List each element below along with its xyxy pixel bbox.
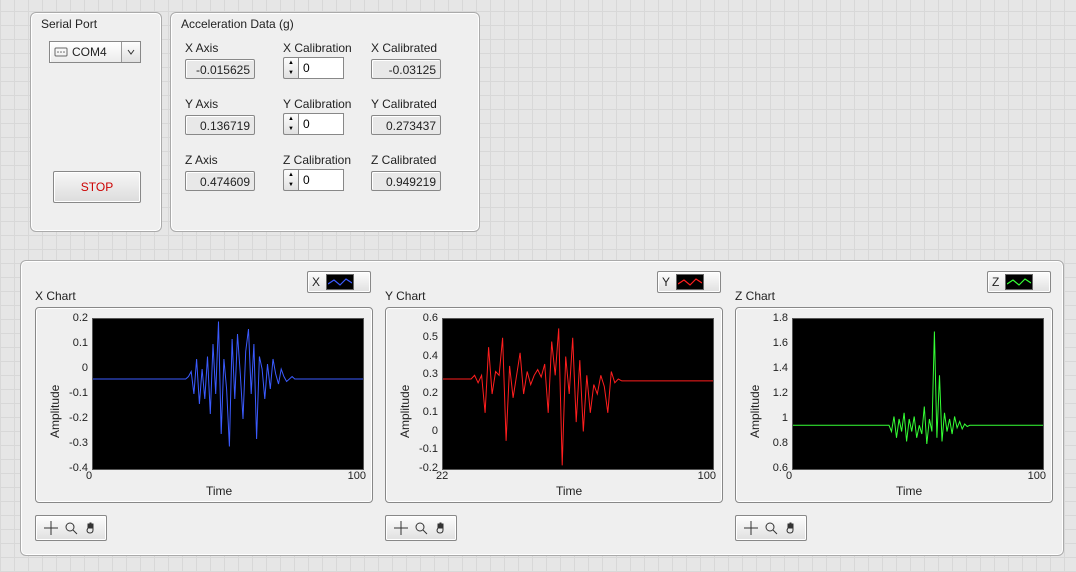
z-chart-xtick-min: 0 — [786, 470, 806, 482]
y-tick: 0 — [406, 425, 438, 437]
zoom-icon[interactable] — [64, 521, 78, 535]
spin-down-icon[interactable]: ▼ — [284, 68, 298, 78]
serial-port-select[interactable]: COM4 — [49, 41, 141, 63]
y-axis-value: 0.136719 — [185, 115, 255, 135]
y-calibration-spinner[interactable]: ▲▼ — [283, 113, 344, 135]
x-chart-plot[interactable] — [92, 318, 364, 470]
y-tick: 1.4 — [756, 362, 788, 374]
serial-port-group-title: Serial Port — [41, 17, 97, 31]
y-chart-xlabel: Time — [556, 484, 582, 498]
crosshair-icon[interactable] — [394, 521, 408, 535]
chevron-down-icon[interactable] — [121, 42, 140, 62]
x-chart-title: X Chart — [35, 289, 76, 303]
crosshair-icon[interactable] — [44, 521, 58, 535]
z-calibration-spinner[interactable]: ▲▼ — [283, 169, 344, 191]
z-legend-label: Z — [992, 275, 999, 289]
x-legend-label: X — [312, 275, 320, 289]
hand-icon[interactable] — [784, 521, 798, 535]
x-chart-xlabel: Time — [206, 484, 232, 498]
y-tick: -0.2 — [56, 412, 88, 424]
y-tick: 1 — [756, 412, 788, 424]
z-chart-xtick-max: 100 — [1016, 470, 1046, 482]
spin-down-icon[interactable]: ▼ — [284, 180, 298, 190]
y-tick: 1.8 — [756, 312, 788, 324]
zoom-icon[interactable] — [414, 521, 428, 535]
x-chart-toolbar[interactable] — [35, 515, 107, 541]
crosshair-icon[interactable] — [744, 521, 758, 535]
z-calibration-input[interactable] — [298, 169, 344, 191]
y-tick: 0.6 — [406, 312, 438, 324]
stop-button[interactable]: STOP — [53, 171, 141, 203]
z-axis-label: Z Axis — [185, 153, 218, 167]
y-chart-xtick-min: 22 — [436, 470, 456, 482]
x-axis-value: -0.015625 — [185, 59, 255, 79]
y-tick: 1.2 — [756, 387, 788, 399]
y-calibrated-value: 0.273437 — [371, 115, 441, 135]
y-legend[interactable]: Y — [657, 271, 721, 293]
y-tick: 0.5 — [406, 331, 438, 343]
y-tick: 0.6 — [756, 462, 788, 474]
y-legend-swatch — [676, 274, 704, 290]
serial-port-icon — [54, 45, 68, 59]
y-tick: 0.1 — [406, 406, 438, 418]
hand-icon[interactable] — [84, 521, 98, 535]
x-chart-xtick-min: 0 — [86, 470, 106, 482]
hand-icon[interactable] — [434, 521, 448, 535]
serial-port-panel: Serial Port COM4 STOP — [30, 12, 162, 232]
zoom-icon[interactable] — [764, 521, 778, 535]
y-chart-box: Amplitude 0.60.50.40.30.20.10-0.1-0.2 22… — [385, 307, 723, 503]
y-tick: 0.4 — [406, 350, 438, 362]
z-legend[interactable]: Z — [987, 271, 1051, 293]
x-chart-xtick-max: 100 — [336, 470, 366, 482]
y-chart-plot[interactable] — [442, 318, 714, 470]
spin-up-icon[interactable]: ▲ — [284, 58, 298, 68]
y-tick: 0.2 — [406, 387, 438, 399]
x-cal-label: X Calibration — [283, 41, 352, 55]
z-chart-toolbar[interactable] — [735, 515, 807, 541]
z-calibrated-value: 0.949219 — [371, 171, 441, 191]
y-axis-label: Y Axis — [185, 97, 218, 111]
z-cal-label: Z Calibration — [283, 153, 351, 167]
y-chart-toolbar[interactable] — [385, 515, 457, 541]
serial-port-value: COM4 — [72, 45, 107, 59]
y-tick: -0.1 — [406, 443, 438, 455]
charts-panel: X X Chart Amplitude 0.20.10-0.1-0.2-0.3-… — [20, 260, 1064, 556]
x-chart-box: Amplitude 0.20.10-0.1-0.2-0.3-0.4 0 100 … — [35, 307, 373, 503]
y-tick: 0.2 — [56, 312, 88, 324]
z-chart-xlabel: Time — [896, 484, 922, 498]
x-calibrated-value: -0.03125 — [371, 59, 441, 79]
y-tick: 0 — [56, 362, 88, 374]
y-tick: -0.4 — [56, 462, 88, 474]
y-calibrated-label: Y Calibrated — [371, 97, 437, 111]
y-tick: 1.6 — [756, 337, 788, 349]
z-axis-value: 0.474609 — [185, 171, 255, 191]
z-chart-title: Z Chart — [735, 289, 775, 303]
y-calibration-input[interactable] — [298, 113, 344, 135]
y-tick: 0.8 — [756, 437, 788, 449]
y-cal-label: Y Calibration — [283, 97, 351, 111]
y-tick: 0.1 — [56, 337, 88, 349]
y-tick: -0.1 — [56, 387, 88, 399]
y-chart-xtick-max: 100 — [686, 470, 716, 482]
x-calibrated-label: X Calibrated — [371, 41, 437, 55]
z-calibrated-label: Z Calibrated — [371, 153, 436, 167]
x-legend[interactable]: X — [307, 271, 371, 293]
spin-up-icon[interactable]: ▲ — [284, 170, 298, 180]
x-calibration-input[interactable] — [298, 57, 344, 79]
z-chart-box: Amplitude 1.81.61.41.210.80.6 0 100 Time — [735, 307, 1053, 503]
y-tick: -0.3 — [56, 437, 88, 449]
x-calibration-spinner[interactable]: ▲▼ — [283, 57, 344, 79]
z-legend-swatch — [1005, 274, 1033, 290]
x-legend-swatch — [326, 274, 354, 290]
y-tick: 0.3 — [406, 368, 438, 380]
z-chart-plot[interactable] — [792, 318, 1044, 470]
y-tick: -0.2 — [406, 462, 438, 474]
y-chart-title: Y Chart — [385, 289, 425, 303]
y-legend-label: Y — [662, 275, 670, 289]
x-axis-label: X Axis — [185, 41, 218, 55]
accel-panel: Acceleration Data (g) X Axis -0.015625 X… — [170, 12, 480, 232]
spin-down-icon[interactable]: ▼ — [284, 124, 298, 134]
accel-group-title: Acceleration Data (g) — [181, 17, 294, 31]
spin-up-icon[interactable]: ▲ — [284, 114, 298, 124]
